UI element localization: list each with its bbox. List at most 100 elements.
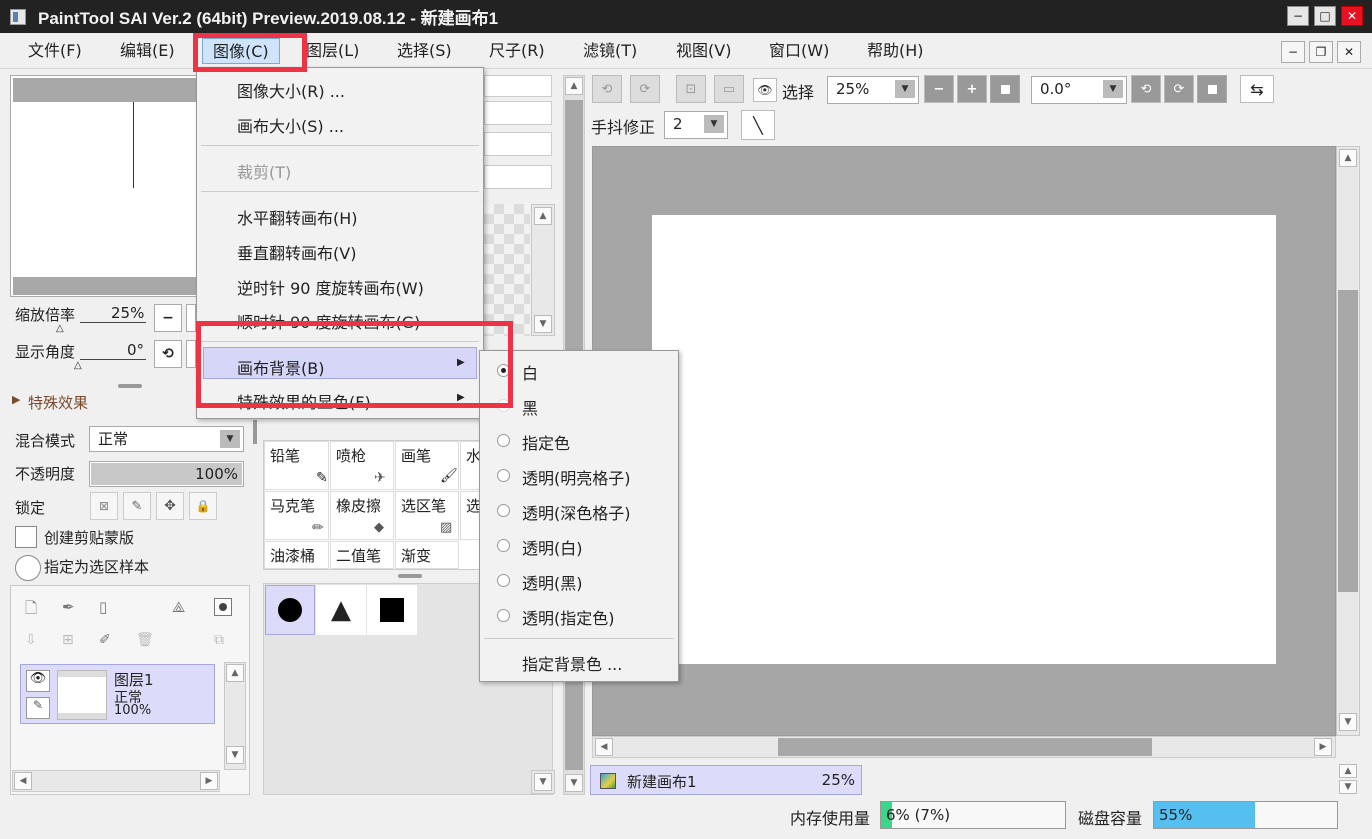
rotate-ccw-icon[interactable]: ⟲ xyxy=(1131,75,1161,103)
radio-transparent-white[interactable] xyxy=(497,539,510,552)
lock-all-icon[interactable]: 🔒 xyxy=(189,492,217,520)
bg-transparent-custom[interactable]: 透明(指定色) xyxy=(522,605,615,629)
canvas-hscroll-thumb[interactable] xyxy=(778,738,1152,756)
color-slider-3[interactable] xyxy=(484,132,552,156)
lock-paint-icon[interactable]: ✎ xyxy=(123,492,151,520)
bg-black[interactable]: 黑 xyxy=(522,395,538,419)
menu-rotate-ccw[interactable]: 逆时针 90 度旋转画布(W) xyxy=(237,275,424,299)
radio-transparent-black[interactable] xyxy=(497,574,510,587)
color-slider-1[interactable] xyxy=(484,75,552,97)
pen-icon[interactable]: ✎ xyxy=(26,697,50,719)
tool-splitter[interactable] xyxy=(398,574,422,578)
tool-eraser[interactable]: 橡皮擦 xyxy=(330,491,394,540)
swatch-scroll-down[interactable]: ▼ xyxy=(534,315,552,333)
deselect-icon[interactable]: ⊡ xyxy=(676,75,706,103)
effects-header[interactable]: 特殊效果 xyxy=(28,392,88,413)
transfer-down-icon[interactable]: ⇩ xyxy=(25,632,37,648)
layer-scroll-up[interactable]: ▲ xyxy=(226,664,244,682)
square-shape-button[interactable] xyxy=(367,585,417,635)
rotate-reset-icon[interactable]: ⟲ xyxy=(154,340,182,368)
radio-custom-color[interactable] xyxy=(497,434,510,447)
layer-scroll-right[interactable]: ▶ xyxy=(200,772,218,790)
menu-file[interactable]: 文件(F) xyxy=(18,38,92,64)
lock-move-icon[interactable]: ✥ xyxy=(156,492,184,520)
zoom-slider-track[interactable] xyxy=(80,322,146,323)
color-slider-2[interactable] xyxy=(484,101,552,125)
selection-eye-icon[interactable]: 👁 xyxy=(753,78,777,102)
bg-white[interactable]: 白 xyxy=(522,360,538,384)
tab-scroll-down[interactable]: ▼ xyxy=(1339,780,1357,794)
rotate-reset-button[interactable] xyxy=(1197,75,1227,103)
shape-scroll-down[interactable]: ▼ xyxy=(534,773,552,791)
bg-transparent-light[interactable]: 透明(明亮格子) xyxy=(522,465,631,489)
selection-sample-radio[interactable] xyxy=(15,555,41,581)
rotate-button[interactable] xyxy=(186,340,196,368)
canvas-scroll-up[interactable]: ▲ xyxy=(1339,149,1357,167)
menu-image-size[interactable]: 图像大小(R) ... xyxy=(237,78,345,102)
radio-transparent-dark[interactable] xyxy=(497,504,510,517)
swatch-scroll-up[interactable]: ▲ xyxy=(534,207,552,225)
straight-line-icon[interactable]: ╲ xyxy=(741,110,775,140)
bg-transparent-dark[interactable]: 透明(深色格子) xyxy=(522,500,631,524)
canvas-scroll-down[interactable]: ▼ xyxy=(1339,713,1357,731)
angle-slider-track[interactable] xyxy=(80,359,146,360)
menu-ruler[interactable]: 尺子(R) xyxy=(479,38,555,64)
minimize-button[interactable]: − xyxy=(1287,6,1309,26)
menu-canvas-size[interactable]: 画布大小(S) ... xyxy=(237,113,344,137)
tool-gradient[interactable]: 渐变 xyxy=(395,541,459,569)
zoom-in-button[interactable] xyxy=(186,304,196,332)
middle-splitter[interactable] xyxy=(253,420,257,444)
delete-layer-icon[interactable]: 🗑 xyxy=(136,632,154,648)
toolbar-zoom-out-button[interactable]: − xyxy=(924,75,954,103)
eye-icon[interactable]: 👁 xyxy=(26,670,50,692)
maximize-button[interactable]: □ xyxy=(1314,6,1336,26)
zoom-select[interactable]: 25% ▼ xyxy=(827,76,919,104)
menu-help[interactable]: 帮助(H) xyxy=(857,38,934,64)
tool-binary-pen[interactable]: 二值笔 xyxy=(330,541,394,569)
duplicate-layer-icon[interactable]: ⧉ xyxy=(214,632,224,648)
zoom-slider-handle[interactable]: △ xyxy=(56,323,64,334)
merge-down-icon[interactable]: ⊞ xyxy=(62,632,74,648)
panel-splitter[interactable] xyxy=(118,384,142,388)
menu-select[interactable]: 选择(S) xyxy=(387,38,462,64)
canvas-tab[interactable]: 新建画布1 25% xyxy=(590,765,862,795)
rotate-cw-icon[interactable]: ⟳ xyxy=(1164,75,1194,103)
mdi-minimize-button[interactable]: − xyxy=(1281,41,1305,63)
mdi-restore-button[interactable]: ❐ xyxy=(1309,41,1333,63)
canvas-scroll-left[interactable]: ◀ xyxy=(595,738,613,756)
bg-custom-color[interactable]: 指定色 xyxy=(522,430,570,454)
new-linework-layer-icon[interactable]: ✒ xyxy=(62,598,75,616)
triangle-shape-button[interactable]: ▲ xyxy=(316,585,366,635)
close-button[interactable]: ✕ xyxy=(1341,6,1363,26)
bg-specify-color[interactable]: 指定背景色 ... xyxy=(522,651,622,675)
redo-icon[interactable]: ⟳ xyxy=(630,75,660,103)
tool-bucket[interactable]: 油漆桶 xyxy=(264,541,329,569)
tool-panel-scroll-down[interactable]: ▼ xyxy=(565,774,583,792)
new-folder-icon[interactable]: ▯ xyxy=(99,598,107,616)
angle-slider-handle[interactable]: △ xyxy=(74,360,82,371)
angle-select[interactable]: 0.0° ▼ xyxy=(1031,76,1127,104)
canvas-scroll-right[interactable]: ▶ xyxy=(1314,738,1332,756)
layer-scroll-left[interactable]: ◀ xyxy=(14,772,32,790)
layer-scroll-down[interactable]: ▼ xyxy=(226,746,244,764)
clear-layer-icon[interactable]: ✐ xyxy=(99,632,111,648)
stabilizer-select[interactable]: 2 ▼ xyxy=(664,111,728,139)
layer-hscrollbar[interactable] xyxy=(12,770,220,792)
new-layer-icon[interactable]: 🗋 xyxy=(25,598,37,623)
swatch-checker[interactable] xyxy=(484,204,530,336)
radio-transparent-light[interactable] xyxy=(497,469,510,482)
opacity-slider[interactable]: 100% xyxy=(89,461,244,487)
menu-flip-horizontal[interactable]: 水平翻转画布(H) xyxy=(237,205,358,229)
menu-filter[interactable]: 滤镜(T) xyxy=(573,38,647,64)
blend-mode-select[interactable]: 正常 ▼ xyxy=(89,426,244,452)
canvas-vscroll-thumb[interactable] xyxy=(1338,290,1358,592)
invert-selection-icon[interactable]: ▭ xyxy=(714,75,744,103)
tab-scroll-up[interactable]: ▲ xyxy=(1339,764,1357,778)
color-slider-4[interactable] xyxy=(484,165,552,189)
toolbar-zoom-in-button[interactable]: + xyxy=(957,75,987,103)
undo-icon[interactable]: ⟲ xyxy=(592,75,622,103)
lock-transparency-icon[interactable]: ⊠ xyxy=(90,492,118,520)
bg-transparent-white[interactable]: 透明(白) xyxy=(522,535,583,559)
menu-flip-vertical[interactable]: 垂直翻转画布(V) xyxy=(237,240,356,264)
canvas-paper[interactable] xyxy=(652,215,1276,664)
